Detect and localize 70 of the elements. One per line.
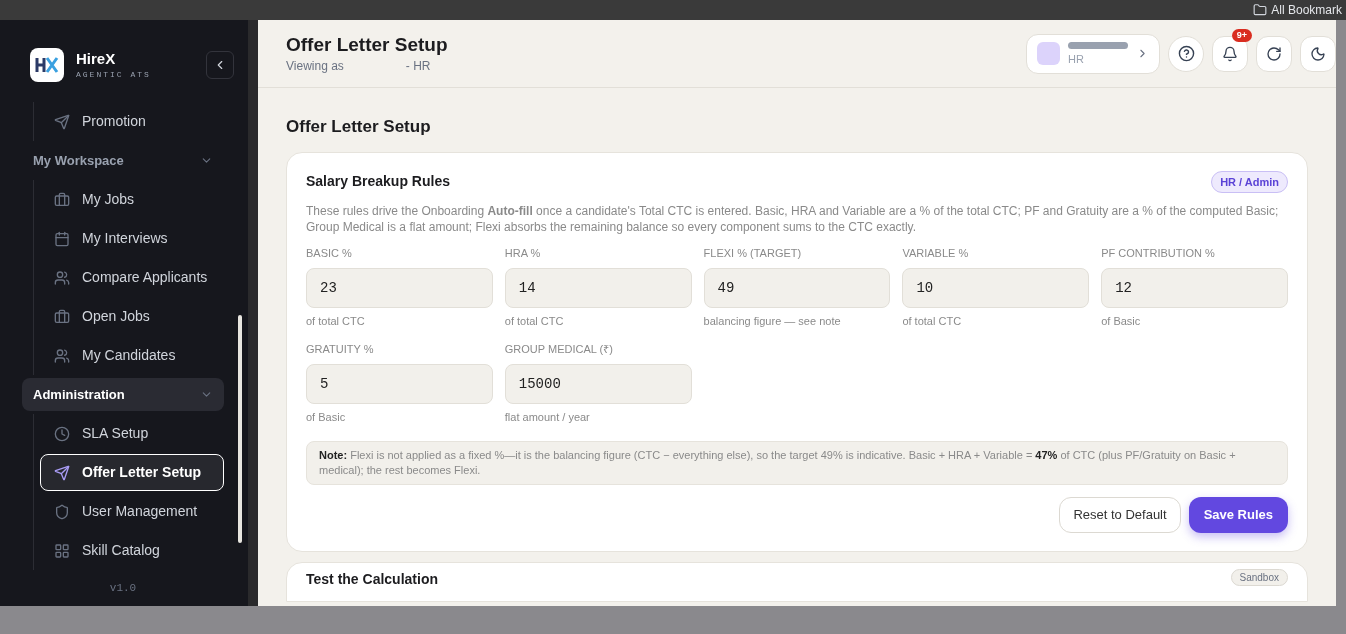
- refresh-icon: [1266, 45, 1282, 62]
- field-hint: of total CTC: [902, 313, 963, 329]
- field-label: VARIABLE %: [902, 246, 970, 261]
- nav-item[interactable]: SLA Setup: [40, 415, 224, 452]
- number-input[interactable]: 12: [1101, 267, 1288, 308]
- nav-item[interactable]: My Candidates: [40, 337, 224, 374]
- bookmarks-link[interactable]: All Bookmark: [1271, 1, 1342, 19]
- reset-button[interactable]: Reset to Default: [1059, 497, 1181, 533]
- field-hint: balancing figure — see note: [703, 313, 842, 329]
- notification-badge: 9+: [1231, 28, 1252, 42]
- users-icon: [54, 347, 70, 364]
- field-label: HRA %: [504, 246, 542, 261]
- field-label: PF CONTRIBUTION %: [1101, 246, 1216, 261]
- number-input[interactable]: 14: [504, 267, 692, 308]
- theme-toggle-button[interactable]: [1300, 35, 1336, 72]
- field-label: GROUP MEDICAL (₹): [504, 342, 614, 357]
- briefcase-icon: [54, 191, 70, 208]
- viewing-role-label: - HR: [405, 57, 431, 75]
- field-label: GRATUITY %: [306, 342, 375, 357]
- nav-item[interactable]: Compare Applicants: [40, 259, 224, 296]
- clock-icon: [54, 425, 70, 442]
- header-title: Offer Letter Setup: [286, 32, 448, 57]
- folder-icon: [1253, 3, 1268, 17]
- note-box: Note: Flexi is not applied as a fixed %—it is the balancing figure (CTC − everything else), so the target 49% is indicative. Basic + HRA + Variable = 47% of CTC (plus PF/Gratuity on Basic + medical); the rest becomes Flexi.: [306, 441, 1288, 485]
- grid-icon: [54, 542, 70, 559]
- rules-description: These rules drive the Onboarding Auto-fill once a candidate's Total CTC is entered. Basic, HRA and Variable are a % of the total CTC; PF and Gratuity are a % of the computed Basic; Group Medical is a flat amount; Flexi absorbs the remaining balance so every component sums to the CTC exactly.: [306, 203, 1280, 235]
- send-icon: [54, 464, 70, 481]
- help-icon: [1177, 45, 1195, 62]
- logo-icon: [30, 48, 64, 82]
- number-input[interactable]: 23: [306, 267, 493, 308]
- field-hint: of total CTC: [306, 313, 366, 329]
- shield-icon: [54, 503, 70, 520]
- nav-item[interactable]: Offer Letter Setup: [40, 454, 224, 491]
- number-input[interactable]: 10: [902, 267, 1090, 308]
- moon-icon: [1310, 45, 1326, 62]
- number-input[interactable]: 5: [306, 363, 493, 404]
- users-icon: [54, 269, 70, 286]
- nav-item[interactable]: User Management: [40, 493, 224, 530]
- sandbox-badge: Sandbox: [1230, 569, 1288, 586]
- page-title: Offer Letter Setup: [286, 116, 432, 138]
- number-input[interactable]: 49: [703, 267, 891, 308]
- section-header[interactable]: My Workspace: [22, 144, 224, 177]
- card-title: Salary Breakup Rules: [306, 172, 450, 192]
- brand-tagline: AGENTIC ATS: [76, 69, 151, 81]
- nav-item[interactable]: Skill Catalog: [40, 532, 224, 569]
- viewing-as-label: Viewing as: [286, 57, 344, 75]
- nav-item[interactable]: My Interviews: [40, 220, 224, 257]
- field-hint: of Basic: [306, 409, 347, 425]
- card-title: Test the Calculation: [306, 570, 438, 589]
- field-label: BASIC %: [306, 246, 353, 261]
- field-hint: of total CTC: [504, 313, 565, 329]
- version-label: v1.0: [109, 581, 137, 596]
- section-header[interactable]: Administration: [22, 378, 224, 411]
- field-hint: of Basic: [1101, 313, 1142, 329]
- brand-name: HireX: [76, 49, 117, 69]
- calendar-icon: [54, 230, 70, 247]
- bell-icon: [1222, 45, 1238, 62]
- role-badge: HR / Admin: [1211, 170, 1288, 193]
- briefcase-icon: [54, 308, 70, 325]
- nav-item[interactable]: Open Jobs: [40, 298, 224, 335]
- field-hint: flat amount / year: [504, 409, 591, 425]
- send-icon: [54, 113, 70, 130]
- field-label: FLEXI % (TARGET): [703, 246, 803, 261]
- nav-item[interactable]: Promotion: [40, 103, 224, 140]
- refresh-button[interactable]: [1256, 35, 1292, 72]
- nav-item[interactable]: My Jobs: [40, 181, 224, 218]
- number-input[interactable]: 15000: [504, 363, 692, 404]
- help-button[interactable]: [1168, 35, 1204, 72]
- user-name-placeholder: [1068, 42, 1128, 49]
- save-button[interactable]: Save Rules: [1188, 497, 1288, 533]
